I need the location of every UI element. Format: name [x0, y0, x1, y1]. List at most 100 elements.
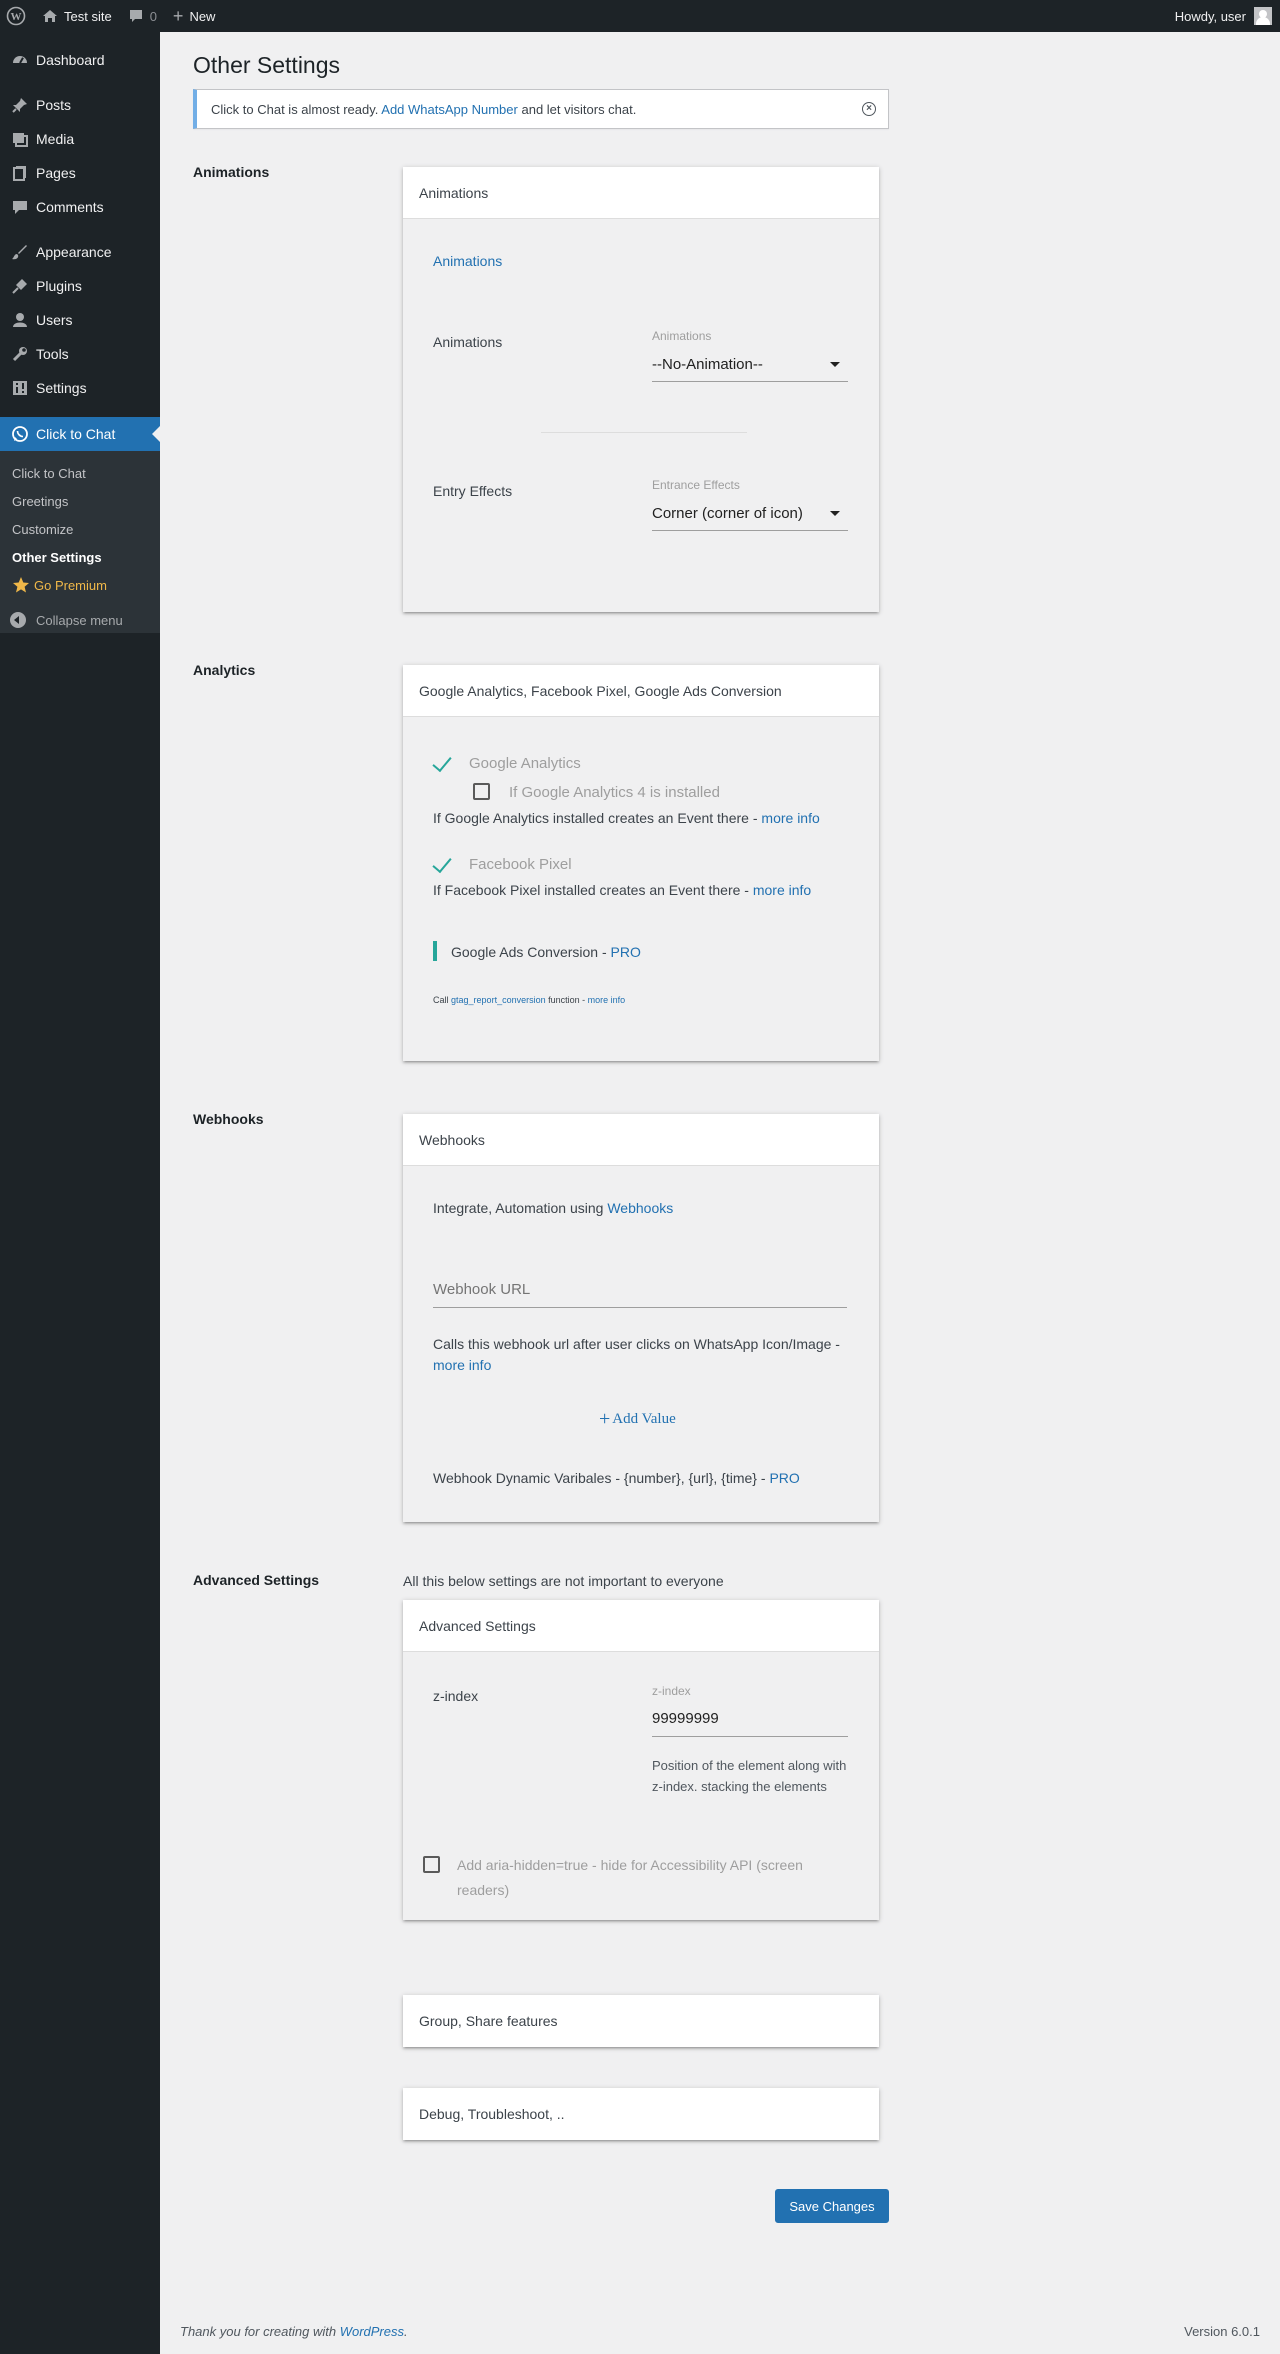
webhooks-card-header[interactable]: Webhooks — [403, 1114, 879, 1166]
animations-select[interactable]: --No-Animation-- — [652, 348, 848, 382]
sidebar-item-media[interactable]: Media — [0, 122, 160, 156]
save-changes-button[interactable]: Save Changes — [775, 2189, 889, 2223]
sidebar-item-appearance[interactable]: Appearance — [0, 235, 160, 269]
submenu-item-customize[interactable]: Customize — [12, 522, 73, 537]
animations-select-label: Animations — [652, 329, 712, 343]
sidebar-item-settings[interactable]: Settings — [0, 371, 160, 405]
setup-notice: Click to Chat is almost ready. Add Whats… — [193, 89, 889, 129]
entrance-effects-select-label: Entrance Effects — [652, 478, 740, 492]
sidebar-item-tools[interactable]: Tools — [0, 337, 160, 371]
plus-icon: + — [172, 5, 184, 26]
brush-icon — [10, 242, 30, 262]
add-value-button[interactable]: + Add Value — [599, 1408, 676, 1431]
submenu-item-click-to-chat[interactable]: Click to Chat — [12, 466, 86, 481]
comment-icon — [129, 10, 142, 22]
submenu-item-greetings[interactable]: Greetings — [12, 494, 68, 509]
sidebar-item-pages[interactable]: Pages — [0, 156, 160, 190]
dismiss-notice-icon[interactable]: × — [862, 102, 876, 116]
fb-description: If Facebook Pixel installed creates an E… — [433, 882, 811, 898]
gtag-function-link[interactable]: gtag_report_conversion — [451, 995, 546, 1005]
wordpress-logo-icon[interactable]: W — [0, 0, 34, 32]
submenu-item-other-settings[interactable]: Other Settings — [12, 550, 102, 565]
webhook-url-input[interactable] — [433, 1272, 847, 1308]
user-icon — [10, 310, 30, 330]
comments-count: 0 — [149, 8, 157, 24]
gtag-call-description: Call gtag_report_conversion function - m… — [433, 995, 625, 1005]
sidebar-item-label: Dashboard — [36, 52, 105, 68]
google-ads-pro-link[interactable]: PRO — [611, 944, 641, 960]
animations-link[interactable]: Animations — [433, 253, 502, 269]
entry-effects-label: Entry Effects — [433, 483, 513, 499]
entrance-effects-select-value: Corner (corner of icon) — [652, 505, 803, 522]
sidebar-item-click-to-chat[interactable]: Click to Chat — [0, 417, 160, 451]
home-icon — [43, 10, 57, 22]
sidebar-item-dashboard[interactable]: Dashboard — [0, 43, 160, 77]
group-share-card[interactable]: Group, Share features — [403, 1995, 879, 2047]
aria-hidden-checkbox[interactable] — [423, 1856, 440, 1873]
analytics-card-header[interactable]: Google Analytics, Facebook Pixel, Google… — [403, 665, 879, 717]
advanced-settings-card-header[interactable]: Advanced Settings — [403, 1600, 879, 1652]
ga4-label: If Google Analytics 4 is installed — [509, 784, 720, 801]
admin-sidebar: Dashboard Posts Media Pages Comments App… — [0, 32, 160, 2354]
z-index-input[interactable] — [652, 1701, 848, 1737]
comment-icon — [10, 197, 30, 217]
sidebar-item-posts[interactable]: Posts — [0, 88, 160, 122]
animations-card-header[interactable]: Animations — [403, 167, 879, 219]
submenu-item-go-premium[interactable]: Go Premium — [12, 576, 107, 594]
webhook-more-info-link[interactable]: more info — [433, 1357, 491, 1373]
wordpress-link[interactable]: WordPress — [340, 2324, 404, 2339]
sidebar-item-label: Tools — [36, 346, 69, 362]
entrance-effects-select[interactable]: Corner (corner of icon) — [652, 497, 848, 531]
footer-thanks: Thank you for creating with WordPress. — [180, 2324, 408, 2339]
collapse-menu-button[interactable]: Collapse menu — [10, 612, 123, 628]
gtag-more-info-link[interactable]: more info — [588, 995, 626, 1005]
z-index-input-label: z-index — [652, 1684, 691, 1698]
animations-section-label: Animations — [193, 164, 270, 180]
plug-icon — [10, 276, 30, 296]
divider — [541, 432, 747, 433]
google-analytics-checkbox[interactable] — [432, 751, 452, 773]
facebook-pixel-label: Facebook Pixel — [469, 856, 572, 873]
sidebar-item-plugins[interactable]: Plugins — [0, 269, 160, 303]
star-icon — [13, 577, 29, 593]
wrench-icon — [10, 344, 30, 364]
sidebar-item-comments[interactable]: Comments — [0, 190, 160, 224]
debug-card[interactable]: Debug, Troubleshoot, .. — [403, 2088, 879, 2140]
webhook-dynamic-variables: Webhook Dynamic Varibales - {number}, {u… — [433, 1470, 800, 1486]
group-share-card-header[interactable]: Group, Share features — [403, 1995, 879, 2047]
site-name-link[interactable]: Test site — [34, 0, 120, 32]
sidebar-item-label: Appearance — [36, 244, 112, 260]
webhook-pro-link[interactable]: PRO — [769, 1470, 799, 1486]
ga-description-text: If Google Analytics installed creates an… — [433, 810, 758, 826]
ga-more-info-link[interactable]: more info — [761, 810, 819, 826]
debug-card-header[interactable]: Debug, Troubleshoot, .. — [403, 2088, 879, 2140]
sidebar-item-label: Plugins — [36, 278, 82, 294]
advanced-settings-intro: All this below settings are not importan… — [403, 1573, 724, 1589]
click-to-chat-submenu: Click to Chat Greetings Customize Other … — [0, 451, 160, 633]
comments-link[interactable]: 0 — [120, 0, 165, 32]
webhooks-link[interactable]: Webhooks — [607, 1200, 673, 1216]
facebook-pixel-checkbox[interactable] — [432, 852, 452, 874]
webhooks-intro: Integrate, Automation using Webhooks — [433, 1200, 673, 1216]
add-whatsapp-number-link[interactable]: Add WhatsApp Number — [381, 102, 518, 117]
gtag-call-prefix: Call — [433, 995, 449, 1005]
google-ads-toggle[interactable] — [433, 941, 437, 961]
ga4-checkbox[interactable] — [473, 783, 490, 800]
new-label: New — [189, 8, 216, 24]
sidebar-item-label: Pages — [36, 165, 76, 181]
sidebar-item-users[interactable]: Users — [0, 303, 160, 337]
my-account[interactable]: Howdy, user — [1175, 7, 1280, 25]
sidebar-item-label: Settings — [36, 380, 87, 396]
pin-icon — [10, 95, 30, 115]
footer-period: . — [404, 2324, 408, 2339]
collapse-label: Collapse menu — [36, 612, 123, 628]
google-ads-label-text: Google Ads Conversion - — [451, 944, 607, 960]
notice-text-before: Click to Chat is almost ready. — [211, 101, 379, 117]
sidebar-item-label: Users — [36, 312, 73, 328]
new-content-link[interactable]: + New — [165, 0, 224, 32]
fb-description-text: If Facebook Pixel installed creates an E… — [433, 882, 749, 898]
ga-description: If Google Analytics installed creates an… — [433, 810, 820, 826]
webhooks-intro-text: Integrate, Automation using — [433, 1200, 604, 1216]
sidebar-item-label: Media — [36, 131, 75, 147]
fb-more-info-link[interactable]: more info — [753, 882, 811, 898]
